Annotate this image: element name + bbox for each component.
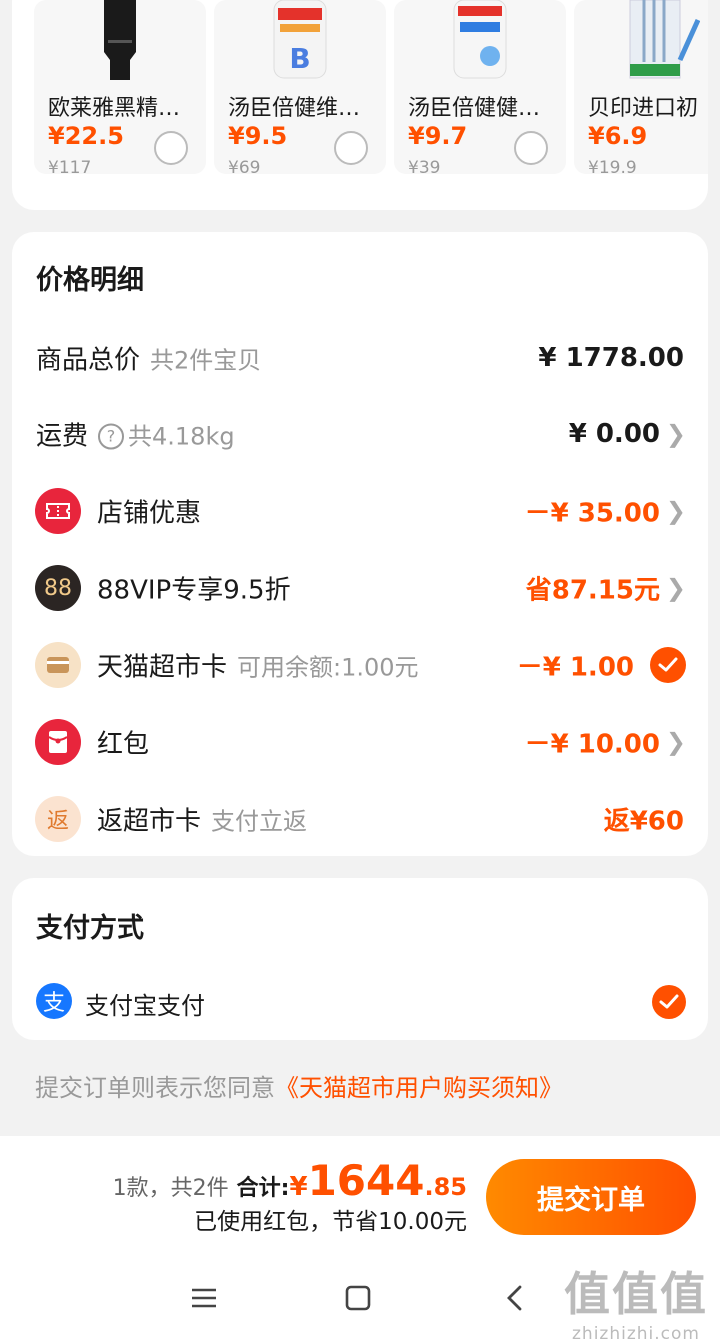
subtotal-amount: ¥ 1778.00 xyxy=(538,343,684,373)
menu-icon[interactable] xyxy=(184,1278,224,1318)
product-original-price: ¥39 xyxy=(408,158,441,174)
cashback-row: 返 返超市卡 支付立返 返¥60 xyxy=(12,789,708,849)
watermark-url: zhizhizhi.com xyxy=(572,1324,700,1341)
shipping-amount: ¥ 0.00 xyxy=(568,419,660,449)
product-price: ¥9.5 xyxy=(228,122,288,150)
card-icon xyxy=(35,642,81,688)
vip-discount-row[interactable]: 88 88VIP专享9.5折 省87.15元 ❯ xyxy=(12,558,708,618)
checkout-bar: 1款，共2件 合计: ¥ 1644 .85 已使用红包，节省10.00元 提交订… xyxy=(0,1136,720,1248)
alipay-icon: 支 xyxy=(36,983,72,1019)
home-square-icon[interactable] xyxy=(338,1278,378,1318)
agreement-link[interactable]: 《天猫超市用户购买须知》 xyxy=(275,1074,563,1102)
total-currency: ¥ xyxy=(289,1172,308,1202)
product-price: ¥22.5 xyxy=(48,122,124,150)
product-original-price: ¥69 xyxy=(228,158,261,174)
savings-text: 已使用红包，节省10.00元 xyxy=(194,1209,467,1235)
product-card[interactable]: 汤臣倍健健力… ¥9.7 ¥39 xyxy=(394,0,566,174)
vip-discount-label: 88VIP专享9.5折 xyxy=(97,575,291,606)
supermarket-card-balance: 可用余额:1.00元 xyxy=(237,653,419,682)
shipping-label: 运费 xyxy=(36,421,89,452)
product-image xyxy=(394,0,566,80)
coupon-icon xyxy=(35,488,81,534)
chevron-right-icon: ❯ xyxy=(665,420,686,448)
red-packet-row[interactable]: 红包 －¥ 10.00 ❯ xyxy=(12,712,708,772)
payment-method-title: 支付方式 xyxy=(36,913,144,944)
chevron-right-icon: ❯ xyxy=(665,574,686,602)
submit-order-button[interactable]: 提交订单 xyxy=(486,1159,696,1235)
total-integer: 1644 xyxy=(307,1156,425,1205)
vip-88-icon: 88 xyxy=(35,565,81,611)
shop-discount-row[interactable]: 店铺优惠 －¥ 35.00 ❯ xyxy=(12,481,708,541)
product-original-price: ¥117 xyxy=(48,158,92,174)
product-original-price: ¥19.9 xyxy=(588,158,637,174)
agreement-text: 提交订单则表示您同意《天猫超市用户购买须知》 xyxy=(35,1068,563,1103)
total-line: 1款，共2件 合计: ¥ 1644 .85 xyxy=(113,1156,467,1205)
subtotal-label: 商品总价 xyxy=(36,345,141,376)
product-name: 欧莱雅黑精华… xyxy=(48,96,198,121)
cashback-note: 支付立返 xyxy=(211,807,308,836)
total-label: 合计: xyxy=(236,1176,290,1201)
product-name: 汤臣倍健维生… xyxy=(228,96,378,121)
product-image: B xyxy=(214,0,386,80)
subtotal-row: 商品总价 共2件宝贝 ¥ 1778.00 xyxy=(12,328,708,388)
shipping-row[interactable]: 运费? 共4.18kg ¥ 0.00 ❯ xyxy=(12,404,708,464)
agreement-prefix: 提交订单则表示您同意 xyxy=(35,1074,275,1102)
product-image xyxy=(574,0,708,80)
product-image xyxy=(34,0,206,80)
help-icon[interactable]: ? xyxy=(98,423,125,450)
product-select-radio[interactable] xyxy=(514,131,548,165)
chevron-right-icon: ❯ xyxy=(665,728,686,756)
svg-text:B: B xyxy=(289,42,310,75)
cashback-label: 返超市卡 xyxy=(97,806,202,837)
red-packet-amount: －¥ 10.00 xyxy=(524,729,660,760)
subtotal-count: 共2件宝贝 xyxy=(150,346,262,375)
product-name: 贝印进口初 xyxy=(588,96,699,121)
red-packet-icon xyxy=(35,719,81,765)
price-detail-card: 价格明细 商品总价 共2件宝贝 ¥ 1778.00 运费? 共4.18kg ¥ 0.… xyxy=(12,232,708,856)
item-count: 1款，共2件 xyxy=(112,1176,229,1201)
recommended-products-card: 欧莱雅黑精华… ¥22.5 ¥117 B 汤臣倍健维生… ¥9.5 ¥69 汤臣… xyxy=(12,0,708,210)
chevron-right-icon: ❯ xyxy=(665,497,686,525)
product-card[interactable]: B 汤臣倍健维生… ¥9.5 ¥69 xyxy=(214,0,386,174)
product-list: 欧莱雅黑精华… ¥22.5 ¥117 B 汤臣倍健维生… ¥9.5 ¥69 汤臣… xyxy=(34,0,708,174)
vip-discount-amount: 省87.15元 xyxy=(525,575,660,606)
product-price: ¥9.7 xyxy=(408,122,468,150)
shop-discount-amount: －¥ 35.00 xyxy=(524,498,660,529)
site-watermark: 值值值 zhizhizhi.com xyxy=(564,1258,708,1341)
alipay-label[interactable]: 支付宝支付 xyxy=(85,986,205,1021)
cashback-amount: 返¥60 xyxy=(603,806,684,837)
product-card[interactable]: 欧莱雅黑精华… ¥22.5 ¥117 xyxy=(34,0,206,174)
product-card[interactable]: 贝印进口初 ¥6.9 ¥19.9 xyxy=(574,0,708,174)
supermarket-card-row[interactable]: 天猫超市卡 可用余额:1.00元 －¥ 1.00 xyxy=(12,635,708,695)
product-select-radio[interactable] xyxy=(154,131,188,165)
system-nav-bar: 值值值 zhizhizhi.com xyxy=(0,1248,720,1341)
shipping-weight: 共4.18kg xyxy=(128,422,235,451)
back-icon[interactable] xyxy=(494,1278,534,1318)
product-select-radio[interactable] xyxy=(334,131,368,165)
product-name: 汤臣倍健健力… xyxy=(408,96,558,121)
product-price: ¥6.9 xyxy=(588,122,648,150)
supermarket-card-amount: －¥ 1.00 xyxy=(516,652,634,683)
supermarket-card-label: 天猫超市卡 xyxy=(97,652,228,683)
checkmark-icon[interactable] xyxy=(650,647,686,683)
price-detail-title: 价格明细 xyxy=(36,265,144,296)
red-packet-label: 红包 xyxy=(97,729,150,760)
shop-discount-label: 店铺优惠 xyxy=(97,498,202,529)
checkmark-icon[interactable] xyxy=(652,985,686,1019)
payment-method-card: 支付方式 支 支付宝支付 xyxy=(12,878,708,1040)
cashback-icon: 返 xyxy=(35,796,81,842)
watermark-logo: 值值值 xyxy=(564,1267,708,1321)
total-decimal: .85 xyxy=(424,1173,467,1201)
